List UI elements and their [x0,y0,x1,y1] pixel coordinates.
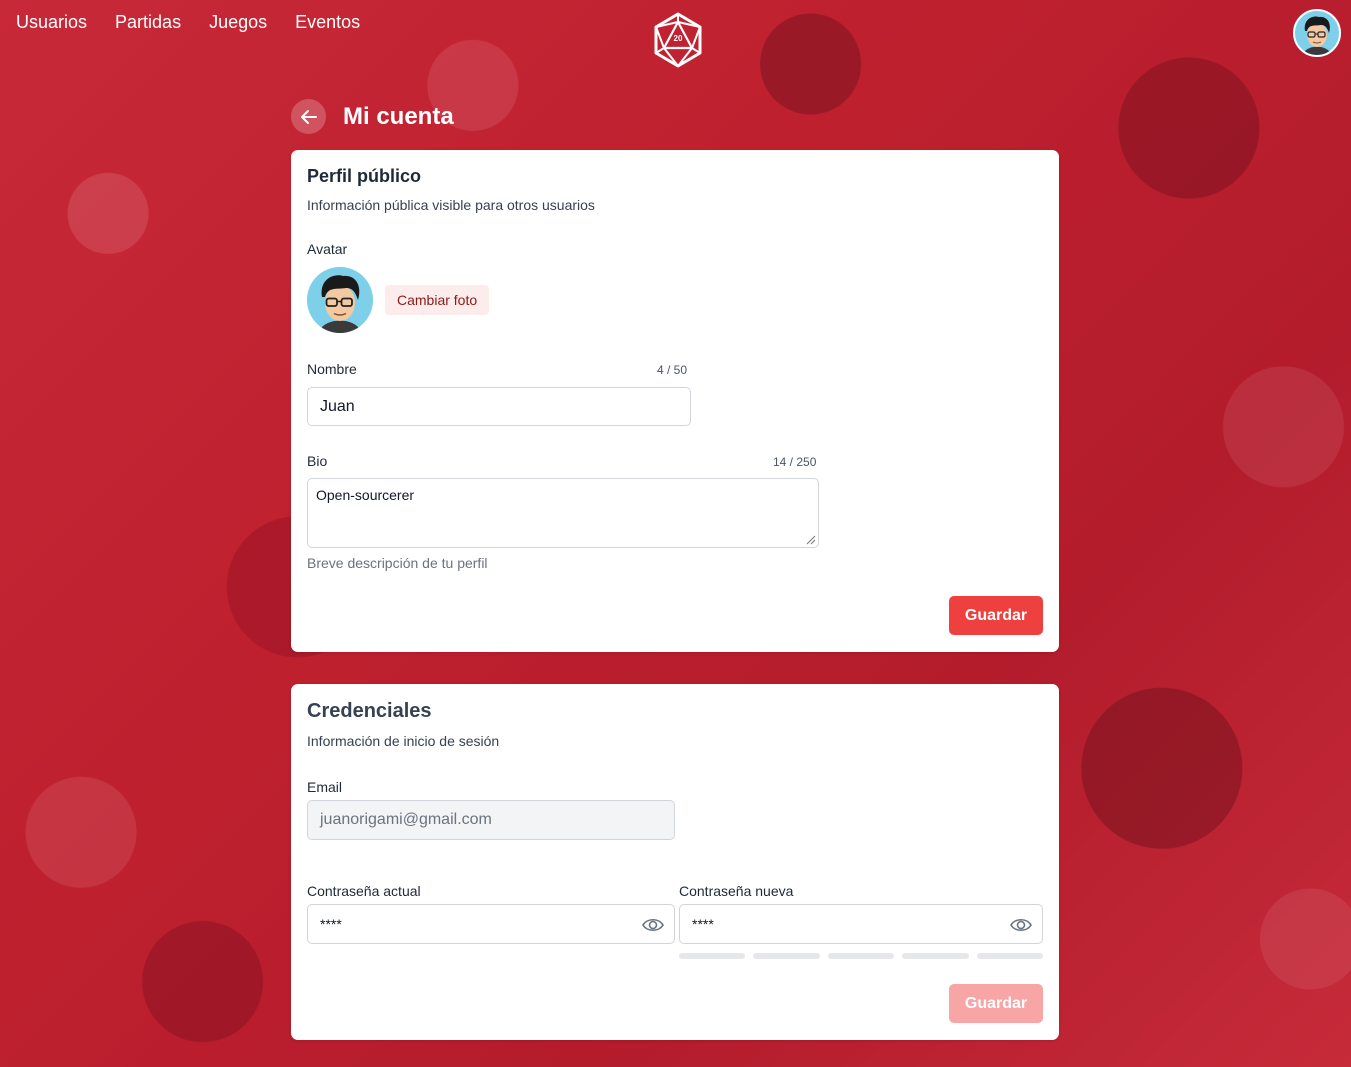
save-profile-button[interactable]: Guardar [949,596,1043,635]
bio-help-text: Breve descripción de tu perfil [307,555,488,571]
strength-segment [902,953,969,959]
profile-card-title: Perfil público [307,166,422,186]
save-credentials-button[interactable]: Guardar [949,984,1043,1023]
name-label: Nombre [307,361,357,377]
strength-segment [827,953,895,959]
new-password-input[interactable]: **** [679,904,1043,944]
d20-logo-icon[interactable]: 20 [653,12,703,68]
top-navigation: Usuarios Partidas Juegos Eventos 20 [0,0,1351,80]
strength-segment [976,953,1044,959]
nav-link-usuarios[interactable]: Usuarios [16,12,87,33]
credentials-card-title: Credenciales [307,700,432,722]
password-strength-meter [679,953,1044,959]
eye-icon[interactable] [642,915,664,935]
page-title: Mi cuenta [343,102,454,130]
bio-textarea[interactable]: Open-sourcerer [307,478,819,548]
name-input[interactable]: Juan [307,387,691,426]
email-label: Email [307,779,343,795]
arrow-left-icon [300,109,317,124]
strength-segment [679,953,746,959]
email-input-value: juanorigami@gmail.com [320,811,492,828]
bio-textarea-value: Open-sourcerer [316,487,415,503]
strength-segment [753,953,820,959]
credentials-card: Credenciales Información de inicio de se… [291,684,1059,1040]
profile-card-subtitle: Información pública visible para otros u… [307,197,595,213]
email-input[interactable]: juanorigami@gmail.com [307,800,675,840]
user-avatar[interactable] [1293,9,1341,57]
avatar-label: Avatar [307,241,348,257]
new-password-value: **** [692,916,714,932]
name-char-counter: 4 / 50 [657,363,688,377]
current-password-value: **** [320,916,342,932]
nav-links: Usuarios Partidas Juegos Eventos [0,0,360,33]
logo-number: 20 [674,34,683,43]
public-profile-card: Perfil público Información pública visib… [291,150,1059,652]
page-header: Mi cuenta [291,99,454,134]
nav-link-eventos[interactable]: Eventos [295,12,360,33]
back-button[interactable] [291,99,326,134]
profile-avatar [307,267,373,333]
eye-icon[interactable] [1010,915,1032,935]
new-password-label: Contraseña nueva [679,883,794,899]
nav-link-partidas[interactable]: Partidas [115,12,181,33]
current-password-input[interactable]: **** [307,904,675,944]
nav-link-juegos[interactable]: Juegos [209,12,267,33]
credentials-card-subtitle: Información de inicio de sesión [307,733,500,749]
current-password-label: Contraseña actual [307,883,421,899]
bio-label: Bio [307,453,328,469]
bio-char-counter: 14 / 250 [773,455,817,469]
resize-grip-icon[interactable] [806,535,816,545]
change-photo-button[interactable]: Cambiar foto [385,285,490,315]
name-input-value: Juan [320,397,355,415]
